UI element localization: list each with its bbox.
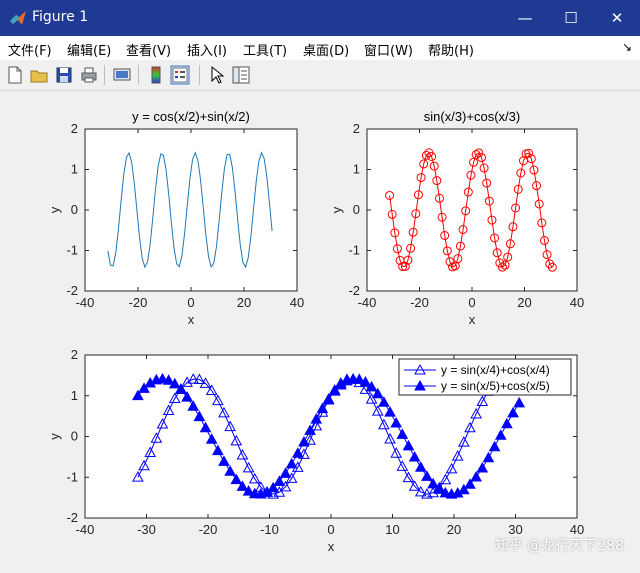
matlab-logo-icon <box>10 11 26 25</box>
chart3-xtick-label: 10 <box>385 522 399 537</box>
minimize-button[interactable]: — <box>502 0 548 36</box>
menu-bar: 文件(F) 编辑(E) 查看(V) 插入(I) 工具(T) 桌面(D) 窗口(W… <box>0 36 640 60</box>
open-file-icon[interactable] <box>29 65 49 85</box>
menu-edit[interactable]: 编辑(E) <box>67 40 111 59</box>
new-figure-icon[interactable] <box>5 65 25 85</box>
chart1-ylabel: y <box>47 206 62 213</box>
chart2-xtick-label: 0 <box>468 295 475 310</box>
chart1-ytick-label: -1 <box>66 243 78 258</box>
chart1-xtick-label: 40 <box>290 295 304 310</box>
chart2-ytick-label: -1 <box>348 243 360 258</box>
menu-help[interactable]: 帮助(H) <box>428 40 474 59</box>
chart2-ylabel: y <box>329 206 344 213</box>
chart3-xtick-label: -10 <box>260 522 279 537</box>
close-button[interactable]: ✕ <box>594 0 640 36</box>
chart1-xtick-label: -40 <box>76 295 95 310</box>
chart1-xlabel: x <box>188 312 195 327</box>
chart2-ytick-label: -2 <box>348 283 360 298</box>
figure-canvas: -40 -20 0 20 40 -2 -1 0 1 2 y = cos(x/2)+sin(x/2) x… <box>0 91 640 573</box>
chart3-xtick-label: -20 <box>199 522 218 537</box>
chart3-xtick-label: -40 <box>76 522 95 537</box>
property-inspector-icon[interactable] <box>231 65 251 85</box>
chart2-xtick-label: 40 <box>570 295 584 310</box>
dock-arrow-icon[interactable]: ↘ <box>622 40 632 54</box>
chart3-ytick-label: -1 <box>66 469 78 484</box>
chart3-ytick-label: -2 <box>66 510 78 525</box>
chart3-xtick-label: 20 <box>447 522 461 537</box>
chart2-title: sin(x/3)+cos(x/3) <box>424 109 520 124</box>
chart3-ytick-label: 0 <box>71 429 78 444</box>
menu-insert[interactable]: 插入(I) <box>187 40 227 59</box>
legend-icon[interactable] <box>170 65 190 85</box>
chart1-ytick-label: 2 <box>71 121 78 136</box>
print-icon[interactable] <box>79 65 99 85</box>
chart2-xtick-label: -40 <box>358 295 377 310</box>
chart3-ytick-label: 1 <box>71 388 78 403</box>
menu-file[interactable]: 文件(F) <box>8 40 52 59</box>
chart1-xtick-label: 20 <box>237 295 251 310</box>
legend-entry-label: y = sin(x/4)+cos(x/4) <box>441 363 550 377</box>
chart1-xtick-label: -20 <box>129 295 148 310</box>
menu-window[interactable]: 窗口(W) <box>364 40 413 59</box>
pointer-icon[interactable] <box>207 65 227 85</box>
chart1-title: y = cos(x/2)+sin(x/2) <box>132 109 250 124</box>
toolbar-separator <box>199 65 200 85</box>
colorbar-icon[interactable] <box>146 65 166 85</box>
chart2-xtick-label: 20 <box>517 295 531 310</box>
chart3-xlabel: x <box>328 539 335 554</box>
maximize-button[interactable]: ☐ <box>548 0 594 36</box>
title-bar: Figure 1 — ☐ ✕ <box>0 0 640 36</box>
chart2-ytick-label: 0 <box>353 202 360 217</box>
chart1-ytick-label: -2 <box>66 283 78 298</box>
chart2-xtick-label: -20 <box>410 295 429 310</box>
toolbar-separator <box>138 65 139 85</box>
toolbar-separator <box>104 65 105 85</box>
chart2-xlabel: x <box>469 312 476 327</box>
chart2-ytick-label: 1 <box>353 162 360 177</box>
chart3-ytick-label: 2 <box>71 347 78 362</box>
plots-svg: -40 -20 0 20 40-2-1012y = cos(x/2)+sin(x/2)x… <box>47 109 584 554</box>
chart3-ylabel: y <box>47 433 62 440</box>
link-plot-icon[interactable] <box>112 65 132 85</box>
window-title: Figure 1 <box>32 9 89 25</box>
chart1-axes[interactable] <box>84 128 298 292</box>
toolbar <box>0 60 640 91</box>
chart1-xtick-label: 0 <box>187 295 194 310</box>
watermark-text: 知乎 @龙行天下288 <box>494 538 624 554</box>
menu-view[interactable]: 查看(V) <box>126 40 171 59</box>
chart3-xtick-label: -30 <box>137 522 156 537</box>
chart1-ytick-label: 1 <box>71 162 78 177</box>
chart3-xtick-label: 0 <box>327 522 334 537</box>
chart1-ytick-label: 0 <box>71 202 78 217</box>
chart2-ytick-label: 2 <box>353 121 360 136</box>
legend-entry-label: y = sin(x/5)+cos(x/5) <box>441 379 550 393</box>
menu-tools[interactable]: 工具(T) <box>243 40 287 59</box>
menu-desktop[interactable]: 桌面(D) <box>303 40 349 59</box>
save-icon[interactable] <box>54 65 74 85</box>
